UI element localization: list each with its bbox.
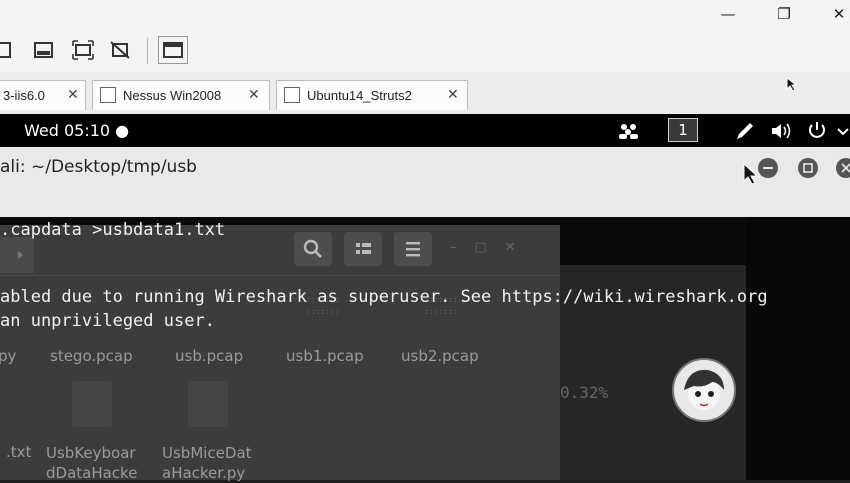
- mouse-cursor-icon: [743, 162, 759, 185]
- svg-text::::::::: :::::::: [306, 307, 340, 316]
- thumbnail-view-icon[interactable]: [33, 40, 55, 60]
- file-name[interactable]: UsbMiceDat aHacker.py: [162, 443, 252, 483]
- file-manager-window: :::::::::::::: :::::::::::::: py stego.p…: [0, 225, 560, 483]
- terminal-line: an unprivileged user.: [0, 311, 215, 331]
- file-name[interactable]: usb1.pcap: [286, 347, 364, 365]
- file-name[interactable]: UsbKeyboar dDataHacke: [46, 443, 137, 483]
- window-close-button[interactable]: [836, 158, 850, 178]
- vm-icon: [100, 87, 116, 103]
- close-icon[interactable]: ✕: [67, 87, 79, 103]
- file-name[interactable]: .txt: [6, 443, 31, 461]
- terminal-line: .capdata >usbdata1.txt: [0, 220, 226, 240]
- volume-icon[interactable]: [770, 121, 794, 141]
- tab-ubuntu14-struts2[interactable]: Ubuntu14_Struts2 ✕: [276, 80, 468, 110]
- python-file-icon: [188, 381, 228, 427]
- window-maximize-button[interactable]: [798, 158, 818, 178]
- window-minimize-button[interactable]: [758, 158, 778, 178]
- toolbar-divider: [147, 38, 148, 64]
- people-icon[interactable]: [618, 121, 640, 141]
- power-icon[interactable]: [806, 120, 828, 142]
- avatar[interactable]: [672, 358, 736, 422]
- file-name[interactable]: py: [0, 347, 16, 365]
- vm-toolbar: [0, 30, 850, 73]
- toolbar-divider: [0, 275, 560, 276]
- tab-label: 3-iis6.0: [3, 88, 45, 103]
- restore-button[interactable]: ❐: [773, 4, 795, 24]
- fullscreen-icon[interactable]: [72, 40, 94, 60]
- ghost-window-controls: –▢✕: [450, 240, 534, 255]
- unity-mode-icon[interactable]: [109, 40, 131, 60]
- close-icon[interactable]: ✕: [248, 87, 260, 103]
- nav-forward-button[interactable]: [0, 237, 34, 273]
- mouse-cursor-icon: [786, 76, 800, 92]
- gnome-topbar: Wed 05:10 ● 1: [0, 114, 850, 147]
- svg-text::::::::: :::::::: [424, 307, 458, 316]
- file-name[interactable]: usb.pcap: [175, 347, 243, 365]
- library-view-icon[interactable]: [158, 36, 188, 64]
- terminal-edge: [746, 217, 850, 480]
- view-toggle-button[interactable]: [344, 232, 382, 266]
- tab-label: Nessus Win2008: [123, 88, 222, 103]
- menu-button[interactable]: [394, 232, 432, 266]
- minimize-button[interactable]: —: [717, 4, 739, 24]
- vm-icon: [284, 87, 300, 103]
- close-icon[interactable]: ✕: [447, 87, 459, 103]
- python-file-icon: [72, 381, 112, 427]
- console-view-icon[interactable]: [0, 40, 14, 60]
- clock[interactable]: Wed 05:10 ●: [24, 121, 129, 140]
- workspace-indicator[interactable]: 1: [668, 118, 698, 142]
- progress-percent: 0.32%: [560, 383, 609, 402]
- tab-nessus-win2008[interactable]: Nessus Win2008 ✕: [92, 80, 270, 110]
- close-button[interactable]: ✕: [828, 4, 850, 24]
- file-name[interactable]: stego.pcap: [50, 347, 133, 365]
- tab-label: Ubuntu14_Struts2: [307, 88, 412, 103]
- terminal-titlebar: ali: ~/Desktop/tmp/usb: [0, 147, 850, 217]
- pen-icon[interactable]: [735, 121, 755, 141]
- vm-tabstrip: 3-iis6.0 ✕ Nessus Win2008 ✕ Ubuntu14_Str…: [0, 72, 850, 114]
- terminal-line: abled due to running Wireshark as superu…: [0, 287, 768, 307]
- file-name[interactable]: usb2.pcap: [401, 347, 479, 365]
- chevron-down-icon[interactable]: [836, 124, 850, 138]
- window-title: ali: ~/Desktop/tmp/usb: [0, 157, 197, 177]
- search-button[interactable]: [294, 232, 332, 266]
- tab-iis6[interactable]: 3-iis6.0 ✕: [0, 80, 86, 110]
- host-titlebar: — ❐ ✕: [0, 0, 850, 30]
